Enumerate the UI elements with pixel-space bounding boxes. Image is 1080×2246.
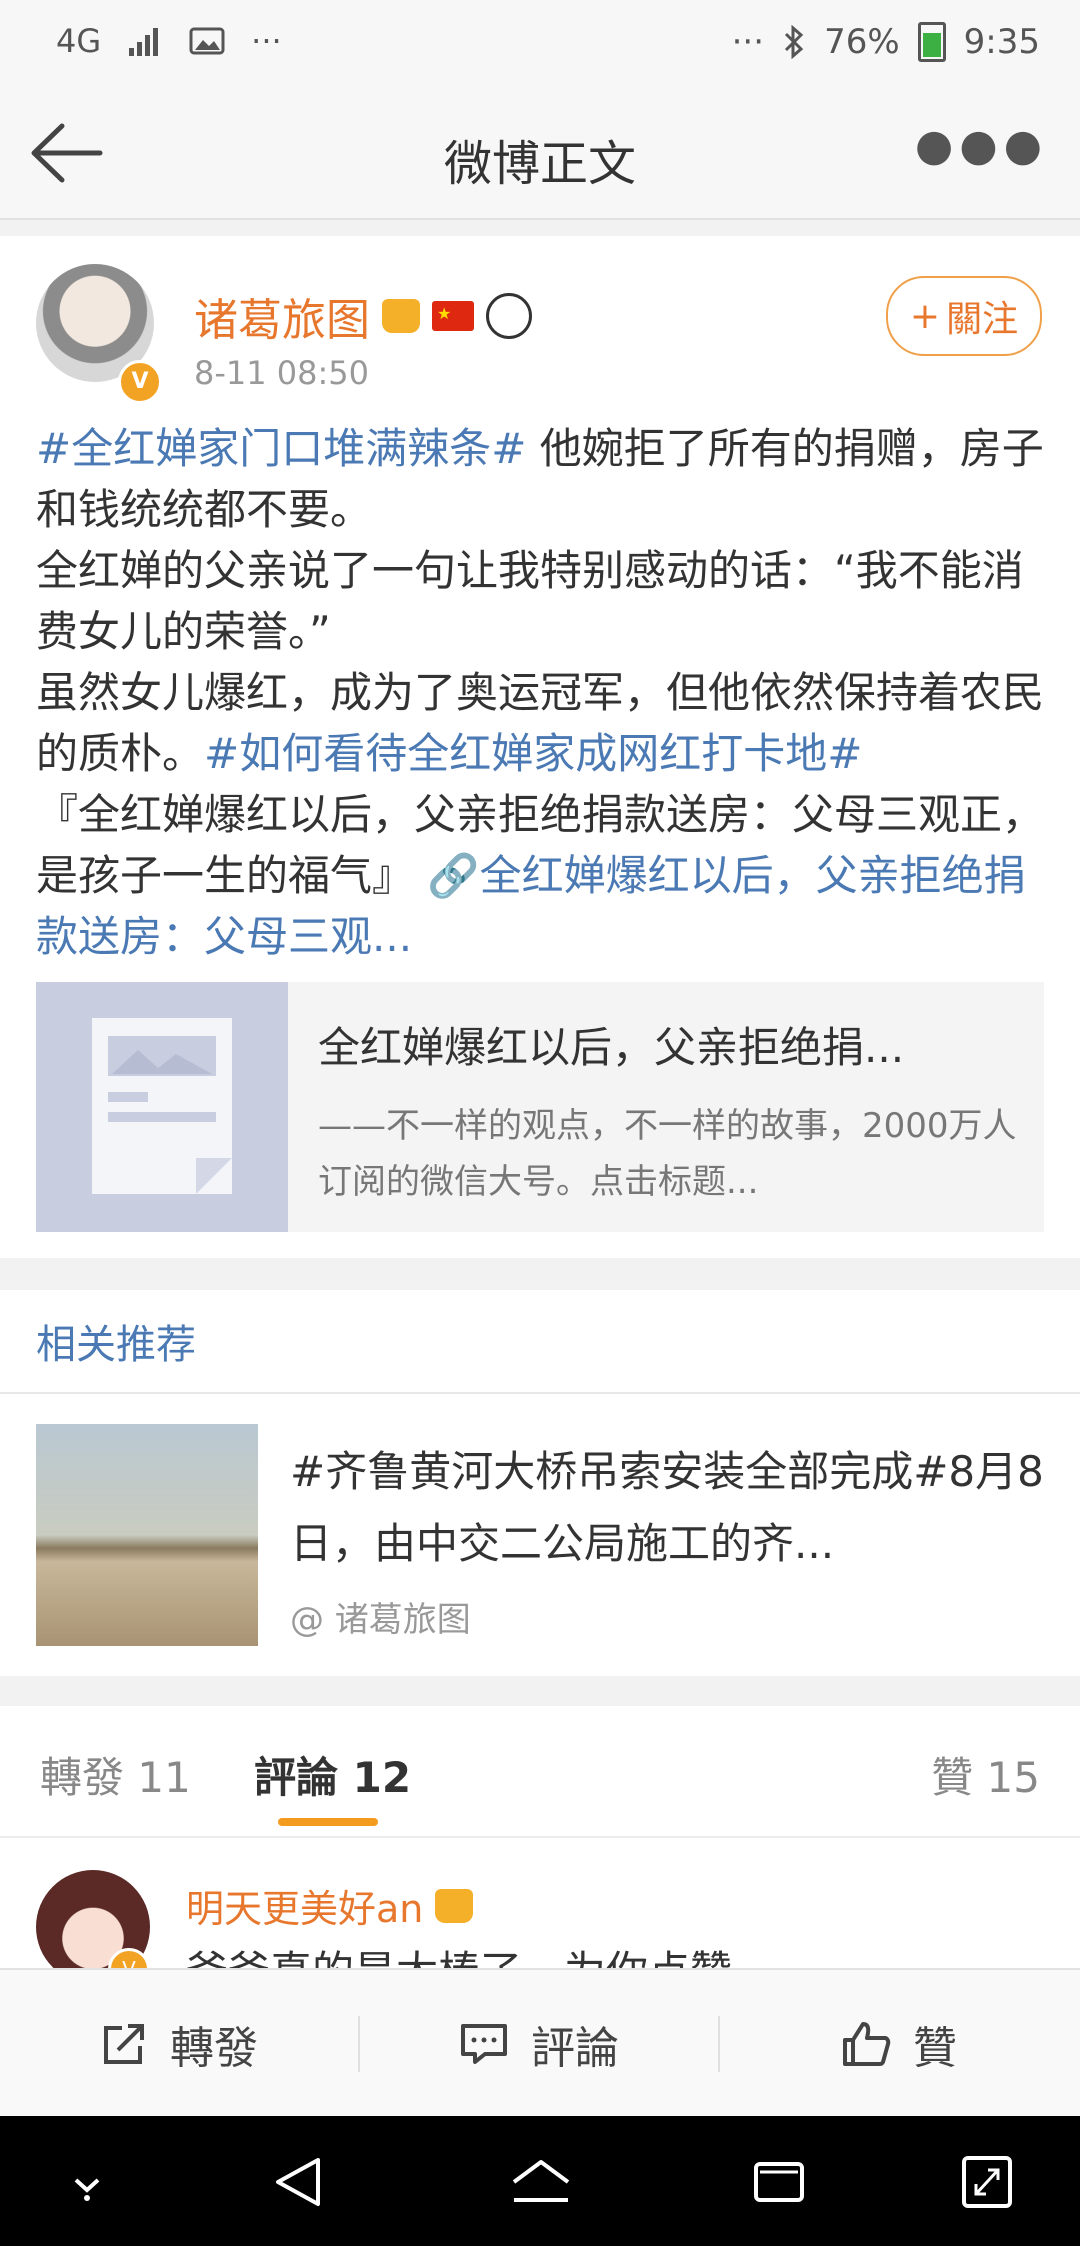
comment-text: 爸爸真的是太棒了，为你点赞 bbox=[186, 1938, 732, 1968]
hashtag-link[interactable]: #全红婵家门口堆满辣条# bbox=[36, 424, 526, 473]
status-right: ··· 76% 9:35 bbox=[732, 22, 1040, 62]
author-name[interactable]: 诸葛旅图 bbox=[194, 284, 370, 348]
comment-item: V 明天更美好an 爸爸真的是太棒了，为你点赞 bbox=[0, 1838, 1080, 1968]
comment-icon bbox=[461, 2024, 507, 2064]
share-icon bbox=[104, 2024, 144, 2064]
chevron-down-icon[interactable] bbox=[52, 2152, 122, 2212]
related-thumbnail[interactable] bbox=[36, 1424, 258, 1646]
verified-badge-icon: V bbox=[118, 360, 162, 404]
expand-icon[interactable] bbox=[952, 2152, 1022, 2212]
related-title[interactable]: #齐鲁黄河大桥吊索安装全部完成#8月8日，由中交二公局施工的齐... bbox=[290, 1436, 1050, 1580]
image-icon bbox=[189, 27, 225, 55]
action-bar: 轉發 評論 贊 bbox=[0, 1968, 1080, 2118]
back-triangle-icon[interactable] bbox=[266, 2152, 336, 2212]
plus-icon: + bbox=[909, 295, 941, 337]
bluetooth-icon bbox=[785, 25, 804, 59]
commenter-name[interactable]: 明天更美好an bbox=[186, 1878, 423, 1933]
follow-button[interactable]: + 關注 bbox=[886, 276, 1042, 356]
network-indicator: 4G bbox=[56, 22, 102, 60]
clock: 9:35 bbox=[963, 22, 1040, 62]
link-preview-card[interactable]: 全红婵爆红以后，父亲拒绝捐... ——不一样的观点，不一样的故事，2000万人订… bbox=[36, 982, 1044, 1232]
like-button[interactable]: 贊 bbox=[720, 1970, 1078, 2118]
post-body: #全红婵家门口堆满辣条# 他婉拒了所有的捐赠，房子和钱统统都不要。 全红婵的父亲… bbox=[36, 418, 1046, 967]
commenter-name-row: 明天更美好an bbox=[186, 1878, 474, 1933]
recent-apps-icon[interactable] bbox=[744, 2152, 814, 2212]
repost-label: 轉發 bbox=[170, 2023, 258, 2074]
author-name-row: 诸葛旅图 bbox=[194, 284, 532, 348]
system-nav-bar bbox=[0, 2116, 1080, 2246]
crown-icon bbox=[382, 299, 420, 333]
comment-button[interactable]: 評論 bbox=[360, 1970, 718, 2118]
thumbs-up-icon bbox=[843, 2022, 891, 2066]
panda-icon bbox=[486, 293, 532, 339]
tab-comment[interactable]: 評論 12 bbox=[254, 1744, 411, 1805]
related-header: 相关推荐 bbox=[36, 1322, 196, 1368]
link-card-description: ——不一样的观点，不一样的故事，2000万人订阅的微信大号。点击标题... bbox=[318, 1106, 1017, 1202]
related-author: @ 诸葛旅图 bbox=[290, 1600, 471, 1640]
status-left: 4G ··· bbox=[56, 22, 282, 60]
tab-repost[interactable]: 轉發 11 bbox=[40, 1744, 191, 1805]
home-icon[interactable] bbox=[506, 2152, 576, 2212]
china-flag-icon bbox=[432, 301, 474, 331]
comment-label: 評論 bbox=[531, 2023, 619, 2074]
tab-like[interactable]: 贊 15 bbox=[931, 1744, 1040, 1805]
follow-label: 關注 bbox=[946, 299, 1019, 340]
document-icon bbox=[92, 1018, 232, 1194]
link-icon: 🔗 bbox=[427, 851, 480, 900]
active-tab-indicator bbox=[278, 1818, 378, 1826]
like-label: 贊 bbox=[913, 2023, 957, 2074]
signal-icon bbox=[129, 28, 159, 56]
battery-icon bbox=[917, 22, 946, 62]
article-thumbnail bbox=[36, 982, 288, 1232]
status-more-left: ··· bbox=[251, 22, 282, 60]
more-options-icon[interactable]: ●●● bbox=[915, 120, 1048, 171]
status-bar: 4G ··· ··· 76% 9:35 bbox=[0, 0, 1080, 90]
nav-bar: 微博正文 ●●● bbox=[0, 90, 1080, 220]
related-section: 相关推荐 #齐鲁黄河大桥吊索安装全部完成#8月8日，由中交二公局施工的齐... … bbox=[0, 1290, 1080, 1676]
battery-percent: 76% bbox=[824, 22, 900, 62]
interaction-tabs: 轉發 11 評論 12 贊 15 bbox=[0, 1706, 1080, 1838]
post-time: 8-11 08:50 bbox=[194, 354, 370, 392]
crown-icon bbox=[435, 1888, 474, 1923]
divider bbox=[0, 1392, 1080, 1394]
post-paragraph: 全红婵的父亲说了一句让我特别感动的话：“我不能消费女儿的荣誉。” bbox=[36, 546, 1024, 656]
post-card: V 诸葛旅图 8-11 08:50 + 關注 #全红婵家门口堆满辣条# 他婉拒了… bbox=[0, 236, 1080, 1258]
hashtag-link[interactable]: #如何看待全红婵家成网红打卡地# bbox=[204, 729, 862, 778]
link-card-title: 全红婵爆红以后，父亲拒绝捐... bbox=[318, 1023, 905, 1072]
status-more-right: ··· bbox=[731, 22, 765, 62]
repost-button[interactable]: 轉發 bbox=[0, 1970, 358, 2118]
